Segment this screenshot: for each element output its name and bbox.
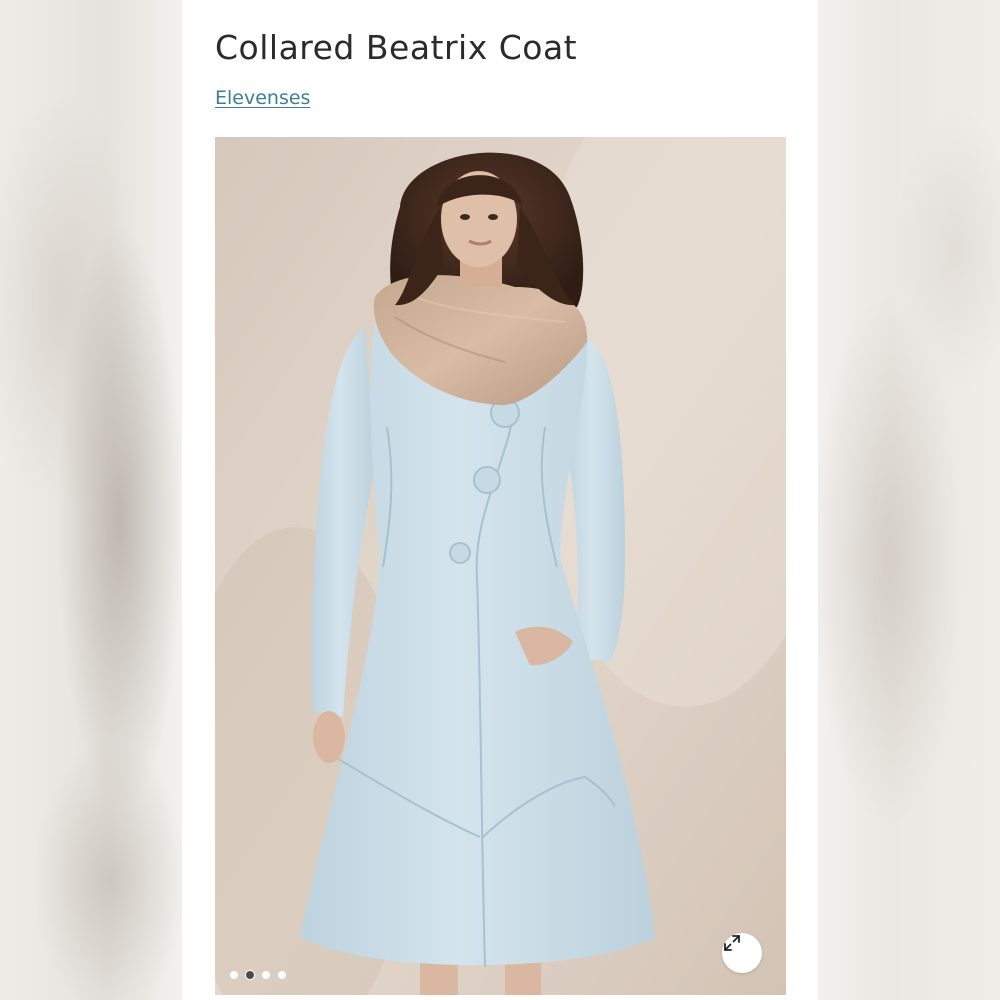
gallery-pagination	[230, 971, 286, 979]
right-backdrop	[818, 0, 1000, 1000]
left-backdrop	[0, 0, 182, 1000]
gallery-dot-2[interactable]	[246, 971, 254, 979]
expand-image-button[interactable]	[722, 933, 762, 973]
coat-illustration	[215, 137, 786, 995]
product-image[interactable]	[215, 137, 786, 995]
gallery-dot-1[interactable]	[230, 971, 238, 979]
product-page: Collared Beatrix Coat Elevenses	[0, 0, 1000, 1000]
product-panel: Collared Beatrix Coat Elevenses	[182, 0, 818, 1000]
brand-link[interactable]: Elevenses	[215, 87, 310, 109]
gallery-dot-4[interactable]	[278, 971, 286, 979]
gallery-dot-3[interactable]	[262, 971, 270, 979]
product-title: Collared Beatrix Coat	[215, 28, 578, 67]
expand-arrows-icon	[724, 935, 740, 951]
